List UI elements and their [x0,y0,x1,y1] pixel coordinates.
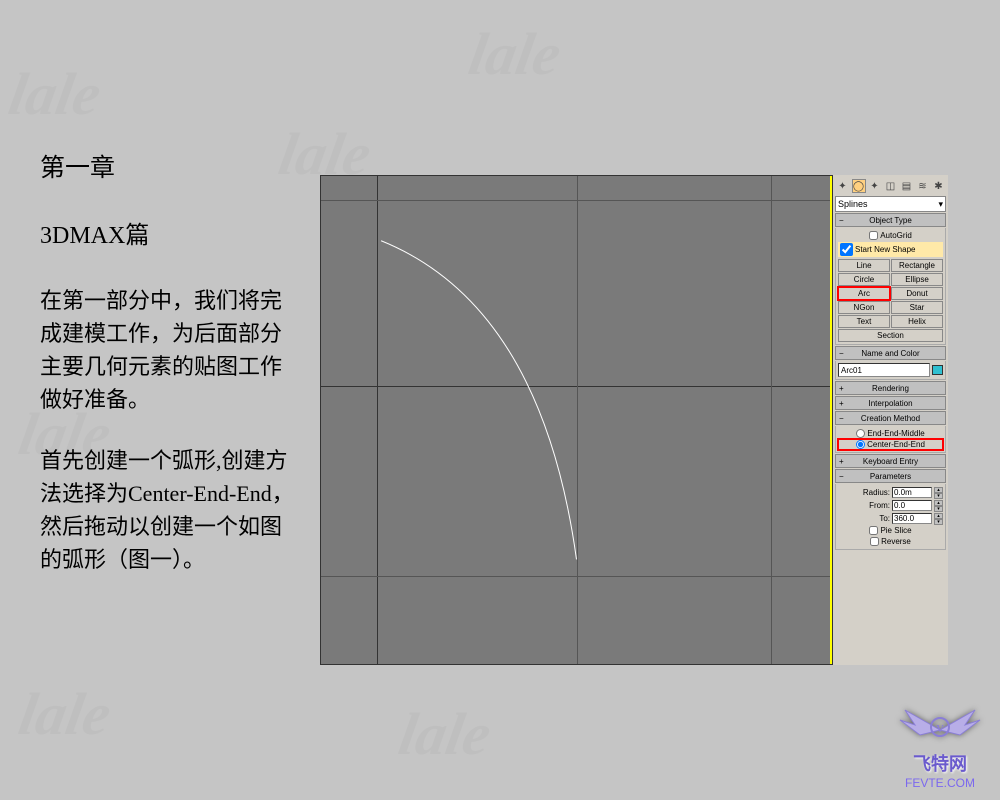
panel-tabs: ✦ ◯ ✦ ◫ ▤ ≋ ✱ [835,177,946,195]
donut-button[interactable]: Donut [891,287,943,300]
cameras-tab-icon[interactable]: ◫ [884,179,898,193]
systems-tab-icon[interactable]: ✱ [932,179,946,193]
ngon-button[interactable]: NGon [838,301,890,314]
line-button[interactable]: Line [838,259,890,272]
end-end-middle-radio[interactable]: End-End-Middle [838,428,943,439]
keyboard-entry-rollout[interactable]: + Keyboard Entry [835,454,946,468]
parameters-rollout[interactable]: − Parameters [835,469,946,483]
lights-tab-icon[interactable]: ✦ [868,179,882,193]
logo-url: FEVTE.COM [890,776,990,790]
chapter-title: 第一章 [40,150,300,188]
object-name-input[interactable]: Arc01 [838,363,930,377]
center-end-end-radio[interactable]: Center-End-End [838,439,943,450]
start-new-shape-checkbox[interactable]: Start New Shape [838,242,943,257]
to-label: To: [860,514,890,523]
radius-spinner[interactable]: 0.0m [892,487,932,498]
object-color-swatch[interactable] [932,365,943,375]
space-warps-tab-icon[interactable]: ≋ [916,179,930,193]
radius-label: Radius: [860,488,890,497]
site-logo: V 飞特网 FEVTE.COM [890,695,990,790]
from-spinner[interactable]: 0.0 [892,500,932,511]
svg-text:V: V [936,723,944,735]
helpers-tab-icon[interactable]: ▤ [900,179,914,193]
autogrid-checkbox[interactable]: AutoGrid [838,230,943,241]
radius-spinner-buttons[interactable]: ▴▾ [934,487,943,498]
star-button[interactable]: Star [891,301,943,314]
tutorial-text: 第一章 3DMAX篇 在第一部分中，我们将完成建模工作，为后面部分主要几何元素的… [40,150,300,604]
object-type-rollout[interactable]: − Object Type [835,213,946,227]
rendering-rollout[interactable]: + Rendering [835,381,946,395]
create-tab-icon[interactable]: ✦ [836,179,850,193]
3dmax-window: ✦ ◯ ✦ ◫ ▤ ≋ ✱ Splines ▾ − Object Type Au… [320,175,948,665]
section-title: 3DMAX篇 [40,218,300,254]
to-spinner-buttons[interactable]: ▴▾ [934,513,943,524]
logo-name: 飞特网 [890,750,990,776]
arc-button[interactable]: Arc [838,287,890,300]
rectangle-button[interactable]: Rectangle [891,259,943,272]
chevron-down-icon: ▾ [938,199,943,210]
paragraph-1: 在第一部分中，我们将完成建模工作，为后面部分主要几何元素的贴图工作做好准备。 [40,284,300,416]
ellipse-button[interactable]: Ellipse [891,273,943,286]
shapes-tab-icon[interactable]: ◯ [852,179,866,193]
arc-curve [321,176,832,664]
paragraph-2: 首先创建一个弧形,创建方法选择为Center-End-End，然后拖动以创建一个… [40,444,300,576]
text-button[interactable]: Text [838,315,890,328]
name-color-rollout[interactable]: − Name and Color [835,346,946,360]
interpolation-rollout[interactable]: + Interpolation [835,396,946,410]
from-spinner-buttons[interactable]: ▴▾ [934,500,943,511]
to-spinner[interactable]: 360.0 [892,513,932,524]
wings-icon: V [890,695,990,745]
helix-button[interactable]: Helix [891,315,943,328]
category-dropdown[interactable]: Splines ▾ [835,196,946,212]
from-label: From: [860,501,890,510]
pie-slice-checkbox[interactable]: Pie Slice [838,525,943,536]
section-button[interactable]: Section [838,329,943,342]
command-panel: ✦ ◯ ✦ ◫ ▤ ≋ ✱ Splines ▾ − Object Type Au… [833,175,948,665]
circle-button[interactable]: Circle [838,273,890,286]
viewport[interactable] [320,175,833,665]
creation-method-rollout[interactable]: − Creation Method [835,411,946,425]
reverse-checkbox[interactable]: Reverse [838,536,943,547]
